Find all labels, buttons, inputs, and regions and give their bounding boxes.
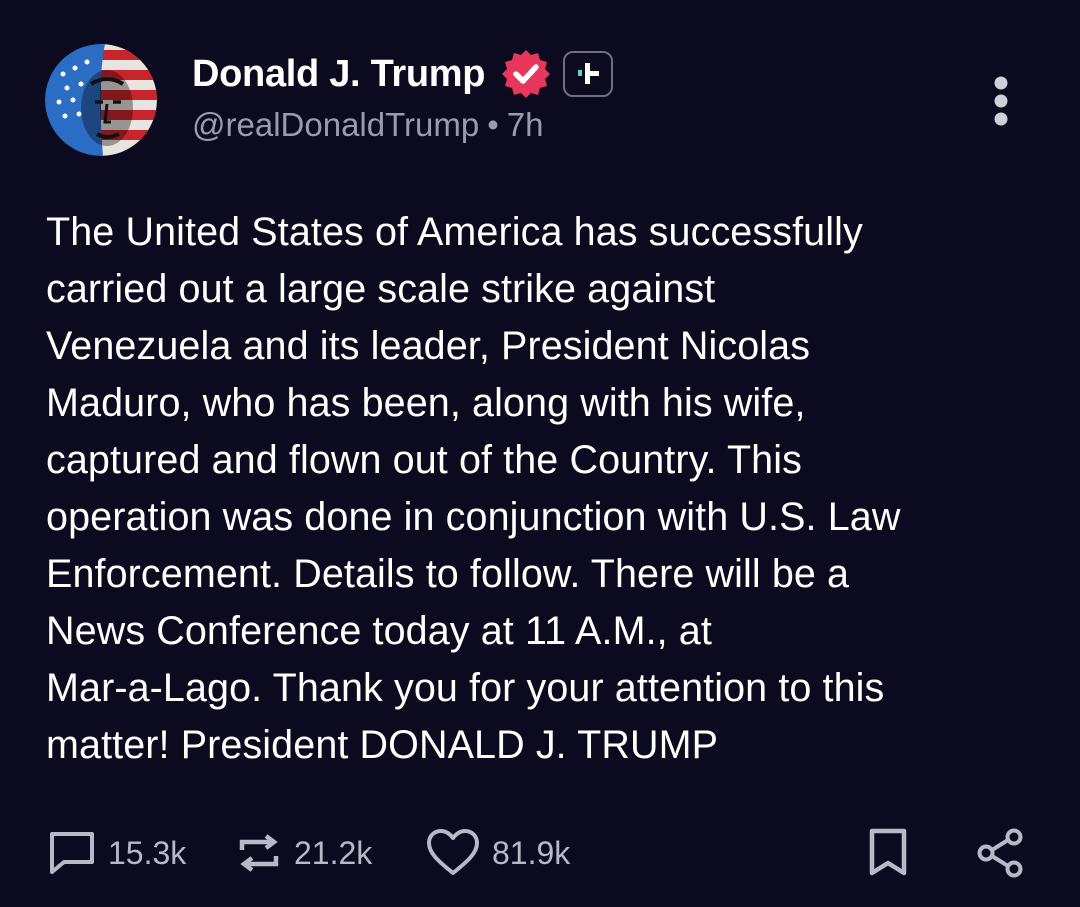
like-count: 81.9k — [492, 834, 571, 871]
meta-separator: • — [487, 106, 499, 143]
repost-count: 21.2k — [294, 834, 373, 871]
post-timestamp[interactable]: 7h — [507, 106, 544, 143]
avatar[interactable] — [45, 44, 157, 156]
post-text-line: News Conference today at 11 A.M., at — [46, 609, 712, 653]
reply-count: 15.3k — [108, 834, 187, 871]
plus-badge-icon[interactable] — [563, 51, 614, 97]
reply-icon — [50, 832, 94, 874]
more-options-button[interactable] — [986, 74, 1016, 128]
post-text-line: carried out a large scale strike against — [46, 267, 716, 311]
author-display-name[interactable]: Donald J. Trump — [192, 53, 486, 96]
post-body: The United States of America has success… — [46, 204, 1046, 774]
more-vertical-icon — [994, 76, 1008, 126]
post-text-line: Mar-a-Lago. Thank you for your attention… — [46, 666, 885, 710]
action-bar: 15.3k 21.2k 81.9k — [0, 818, 1080, 888]
post-text-line: operation was done in conjunction with U… — [46, 495, 901, 539]
heart-icon — [427, 829, 479, 875]
author-meta-row: @realDonaldTrump • 7h — [192, 106, 544, 144]
post-text-line: captured and flown out of the Country. T… — [46, 438, 802, 482]
reply-button[interactable]: 15.3k — [46, 818, 186, 888]
like-button[interactable]: 81.9k — [424, 818, 570, 888]
author-name-row: Donald J. Trump — [192, 47, 614, 101]
post-text-line: The United States of America has success… — [46, 210, 863, 254]
post-card: Donald J. Trump @realDonaldTrump•7h Th — [0, 0, 1080, 907]
author-handle[interactable]: @realDonaldTrump — [192, 106, 479, 143]
share-button[interactable] — [974, 818, 1026, 888]
post-text-line: Enforcement. Details to follow. There wi… — [46, 552, 850, 596]
bookmark-icon — [869, 828, 907, 876]
bookmark-button[interactable] — [866, 818, 910, 888]
post-text-line: Maduro, who has been, along with his wif… — [46, 381, 806, 425]
post-text-line: Venezuela and its leader, President Nico… — [46, 324, 811, 368]
post-text-line: matter! President DONALD J. TRUMP — [46, 723, 719, 767]
repost-icon — [239, 834, 279, 872]
share-icon — [977, 828, 1023, 878]
repost-button[interactable]: 21.2k — [234, 818, 372, 888]
verified-badge-icon — [499, 47, 553, 101]
avatar-image — [45, 44, 157, 156]
